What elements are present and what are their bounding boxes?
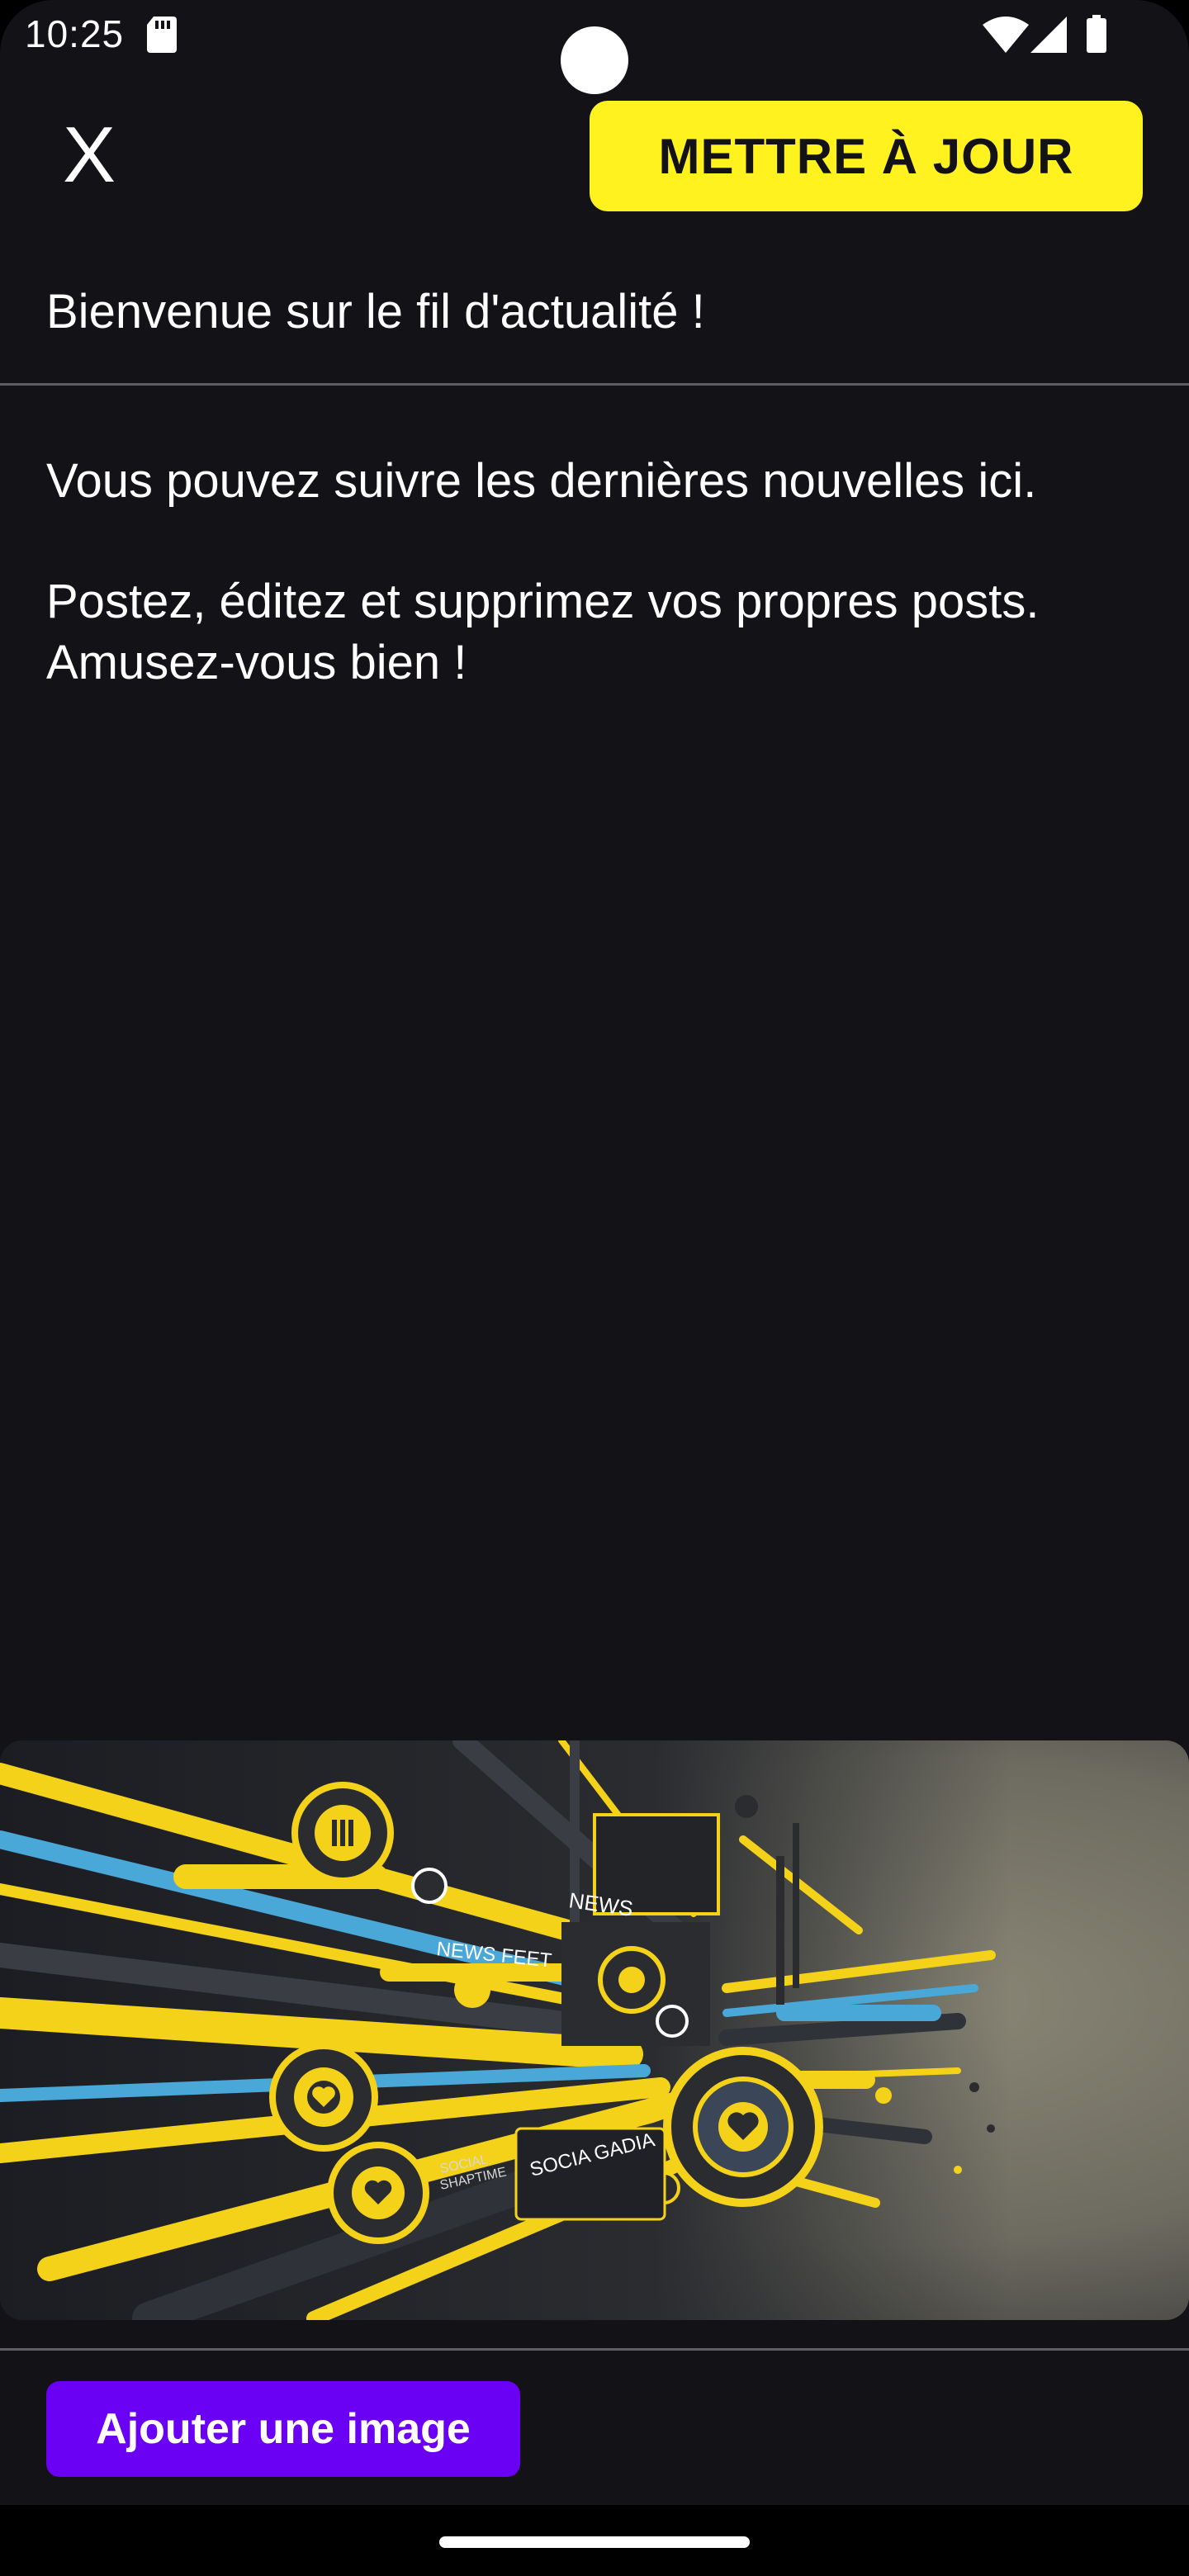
status-bar: 10:25 xyxy=(0,0,1189,94)
status-time: 10:25 xyxy=(25,12,125,55)
app-screen: 10:25 X METTRE À JOUR Bienvenue sur le f… xyxy=(0,0,1189,2576)
home-indicator[interactable] xyxy=(439,2536,750,2548)
welcome-message: Vous pouvez suivre les dernières nouvell… xyxy=(46,451,1153,694)
header-divider xyxy=(0,383,1189,386)
update-button[interactable]: METTRE À JOUR xyxy=(590,101,1143,211)
wifi-icon xyxy=(983,17,1029,53)
page-title: Bienvenue sur le fil d'actualité ! xyxy=(46,285,705,339)
camera-cutout xyxy=(561,26,628,94)
message-line-1: Vous pouvez suivre les dernières nouvell… xyxy=(46,454,1037,508)
sd-card-icon xyxy=(147,17,177,53)
cell-signal-icon xyxy=(1030,17,1067,53)
close-button[interactable]: X xyxy=(50,116,129,195)
add-image-button[interactable]: Ajouter une image xyxy=(46,2381,520,2477)
message-line-2: Postez, éditez et supprimez vos propres … xyxy=(46,575,1040,628)
battery-icon xyxy=(1087,15,1106,53)
message-line-3: Amusez-vous bien ! xyxy=(46,636,467,689)
news-feed-banner-image: NEWS NEWS FEET SOCIA GADIA SOCIAL SHAPTI… xyxy=(0,1740,1189,2320)
footer-divider xyxy=(0,2348,1189,2351)
